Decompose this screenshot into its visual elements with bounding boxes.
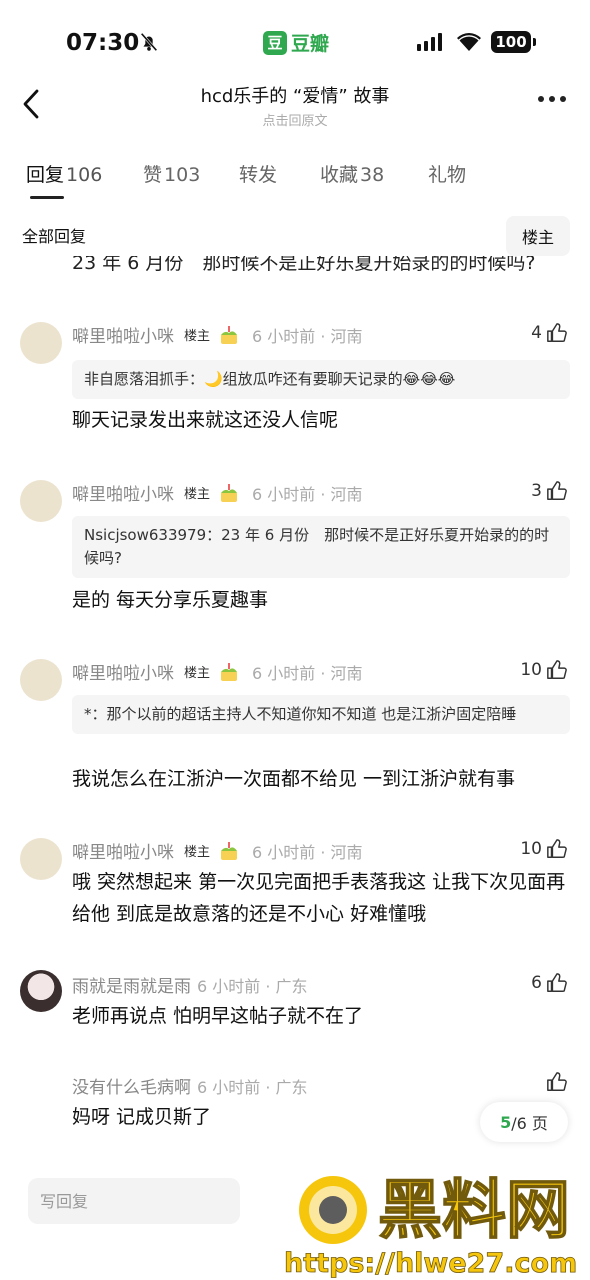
svg-text:黑料网: 黑料网 [378,1174,570,1248]
avatar[interactable] [20,322,62,364]
page-total: /6 页 [511,1114,548,1133]
clipped-text: 23 年 6 月份 那时候不是正好乐夏开始录的的时候吗? [72,256,536,274]
dot-icon [560,96,566,102]
thumbs-up-icon [547,481,567,500]
comment-body: 我说怎么在江浙沪一次面都不给见 一到江浙沪就有事 [72,768,516,790]
back-button[interactable] [14,84,48,124]
cellular-signal-icon [417,33,442,51]
owner-tag: 楼主 [184,666,211,681]
like-button[interactable] [546,1071,568,1093]
tab-label: 赞 [143,164,163,186]
like-count: 4 [531,323,542,343]
like-button[interactable]: 3 [531,480,568,502]
tab-replies[interactable]: 回复 106 [26,160,102,187]
app-name: 豆瓣 [291,33,330,55]
quoted-reply[interactable]: 非自愿落泪抓手：🌙组放瓜咋还有要聊天记录的😂😂😂 [72,360,570,399]
post-title: hcd乐手的 “爱情” 故事 [200,86,390,107]
username[interactable]: 噼里啪啦小咪 [72,322,174,347]
app-badge: 豆 [263,30,287,55]
quoted-reply[interactable]: *：那个以前的超话主持人不知道你知不知道 也是江浙沪固定陪睡 [72,695,570,734]
timestamp-location: 6 小时前 · 广东 [197,976,308,996]
filter-row: 全部回复 楼主 [0,212,590,256]
tab-count: 106 [66,164,103,186]
current-page: 5 [500,1112,512,1132]
cake-badge-icon [221,841,238,860]
tab-label: 转发 [239,164,278,186]
tab-gifts[interactable]: 礼物 [428,160,466,187]
timestamp-location: 6 小时前 · 河南 [252,326,363,346]
active-tab-indicator [30,196,64,199]
comment-body: 老师再说点 怕明早这帖子就不在了 [72,1005,364,1027]
timestamp-location: 6 小时前 · 河南 [252,484,363,504]
like-count: 10 [520,660,542,680]
thumbs-up-icon [547,973,567,992]
reply-input[interactable] [28,1178,240,1224]
comment-body: 聊天记录发出来就这还没人信呢 [72,409,339,431]
clipped-comment-line: 23 年 6 月份 那时候不是正好乐夏开始录的的时候吗? [72,256,535,278]
owner-tag: 楼主 [184,487,211,502]
comment-body: 哦 突然想起来 第一次见完面把手表落我这 让我下次见面再给他 到底是故意落的还是… [72,871,566,925]
thumbs-up-icon [547,1072,567,1091]
tab-count: 103 [164,164,201,186]
cake-badge-icon [221,325,238,344]
page-indicator[interactable]: 5/6 页 [480,1102,568,1142]
thumbs-up-icon [547,839,567,858]
tab-collections[interactable]: 收藏 38 [320,160,384,187]
comment-body: 是的 每天分享乐夏趣事 [72,589,269,611]
wifi-icon [457,33,481,51]
dot-icon [538,96,544,102]
back-to-post-hint: 点击回原文 [262,114,328,129]
thumbs-up-icon [547,660,567,679]
owner-only-button[interactable]: 楼主 [505,216,570,256]
username[interactable]: 没有什么毛病啊 [72,1073,191,1098]
avatar[interactable] [20,480,62,522]
like-count: 6 [531,973,542,993]
tab-likes[interactable]: 赞 103 [143,160,200,187]
like-button[interactable]: 10 [520,659,568,681]
timestamp-location: 6 小时前 · 广东 [197,1077,308,1097]
chevron-left-icon [23,89,39,119]
owner-tag: 楼主 [184,845,211,860]
avatar[interactable] [20,659,62,701]
bell-muted-icon [140,32,158,52]
timestamp-location: 6 小时前 · 河南 [252,842,363,862]
username[interactable]: 噼里啪啦小咪 [72,838,174,863]
cake-badge-icon [221,662,238,681]
more-options-button[interactable] [538,96,566,102]
like-button[interactable]: 4 [531,322,568,344]
like-count: 3 [531,481,542,501]
tab-bar: 回复 106 赞 103 转发 收藏 38 礼物 [0,160,590,200]
svg-text:https://hlwe27.com: https://hlwe27.com [284,1248,577,1279]
username[interactable]: 噼里啪啦小咪 [72,659,174,684]
status-time: 07:30 [66,30,140,56]
tab-count: 38 [360,164,385,186]
username[interactable]: 雨就是雨就是雨 [72,972,191,997]
top-nav: hcd乐手的 “爱情” 故事 点击回原文 [0,78,590,138]
watermark-logo: 黑料网 https://hlwe27.com [284,1173,578,1279]
like-button[interactable]: 10 [520,838,568,860]
like-button[interactable]: 6 [531,972,568,994]
owner-tag: 楼主 [184,329,211,344]
tab-reposts[interactable]: 转发 [239,160,277,187]
cake-badge-icon [221,483,238,502]
avatar[interactable] [20,970,62,1012]
battery-level: 100 [495,33,527,51]
post-title-link[interactable]: hcd乐手的 “爱情” 故事 点击回原文 [100,82,490,129]
username[interactable]: 噼里啪啦小咪 [72,480,174,505]
tab-label: 收藏 [320,164,359,186]
battery-icon: 100 [491,31,536,53]
timestamp-location: 6 小时前 · 河南 [252,663,363,683]
quoted-reply[interactable]: Nsicjsow633979：23 年 6 月份 那时候不是正好乐夏开始录的的时… [72,516,570,578]
tab-label: 礼物 [428,164,467,186]
avatar[interactable] [20,838,62,880]
dot-icon [549,96,555,102]
thumbs-up-icon [547,323,567,342]
like-count: 10 [520,839,542,859]
app-logo: 豆 豆瓣 [263,29,329,56]
all-replies-label: 全部回复 [22,227,87,246]
tab-label: 回复 [26,164,65,186]
status-bar: 07:30 豆 豆瓣 100 [0,0,590,80]
